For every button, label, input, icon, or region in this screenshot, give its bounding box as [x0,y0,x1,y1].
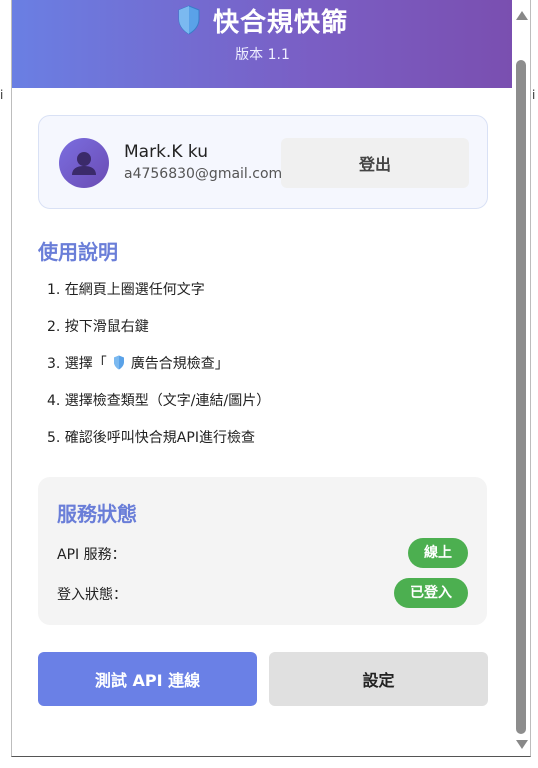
instruction-item: 3. 選擇「 廣告合規檢查」 [47,354,270,391]
instruction-item-suffix: 廣告合規檢查」 [130,356,229,372]
instruction-item: 5. 確認後呼叫快合規API進行檢查 [47,430,255,446]
status-title: 服務狀態 [57,502,137,526]
background-page-fragment-left: i [0,88,4,102]
extension-popup: 快合規快篩 版本 1.1 Mark.K ku a4756830@gmail.co… [11,0,531,757]
shield-icon [178,5,200,35]
settings-button[interactable]: 設定 [269,652,488,706]
instructions-title: 使用說明 [38,240,118,264]
popup-header: 快合規快篩 版本 1.1 [12,0,513,88]
instruction-item: 2. 按下滑鼠右鍵 [47,319,149,335]
test-api-connection-button[interactable]: 測試 API 連線 [38,652,257,706]
vertical-scrollbar[interactable] [512,0,530,756]
status-badge: 線上 [408,538,468,568]
header-title-row: 快合規快篩 [12,0,513,40]
logout-button[interactable]: 登出 [281,138,469,188]
person-silhouette-icon [72,152,96,175]
shield-icon [113,355,124,370]
status-card: 服務狀態 API 服務： 線上 登入狀態： 已登入 [38,477,487,625]
background-page-fragment-right: i [532,88,536,102]
app-title: 快合規快篩 [212,7,348,38]
instruction-item-prefix: 3. 選擇「 [47,356,107,372]
scroll-up-arrow-icon[interactable] [516,11,528,20]
user-name: Mark.K ku [124,142,208,162]
instruction-item: 4. 選擇檢查類型（文字/連結/圖片） [47,393,271,409]
status-label: API 服務： [57,547,126,563]
user-card: Mark.K ku a4756830@gmail.com 登出 [38,115,488,209]
user-email: a4756830@gmail.com [124,166,283,182]
instructions-list: 1. 在網頁上圈選任何文字 2. 按下滑鼠右鍵 3. 選擇「 廣告合規檢查」 4… [47,280,270,465]
instruction-item: 1. 在網頁上圈選任何文字 [47,282,205,298]
version-label: 版本 1.1 [235,47,290,63]
user-avatar-icon [59,138,109,188]
status-row-login: 登入狀態： 已登入 [57,578,468,608]
status-label: 登入狀態： [57,587,127,603]
scroll-down-arrow-icon[interactable] [516,740,528,749]
scrollbar-thumb[interactable] [516,60,526,734]
status-badge: 已登入 [394,578,468,608]
status-row-api: API 服務： 線上 [57,538,468,568]
